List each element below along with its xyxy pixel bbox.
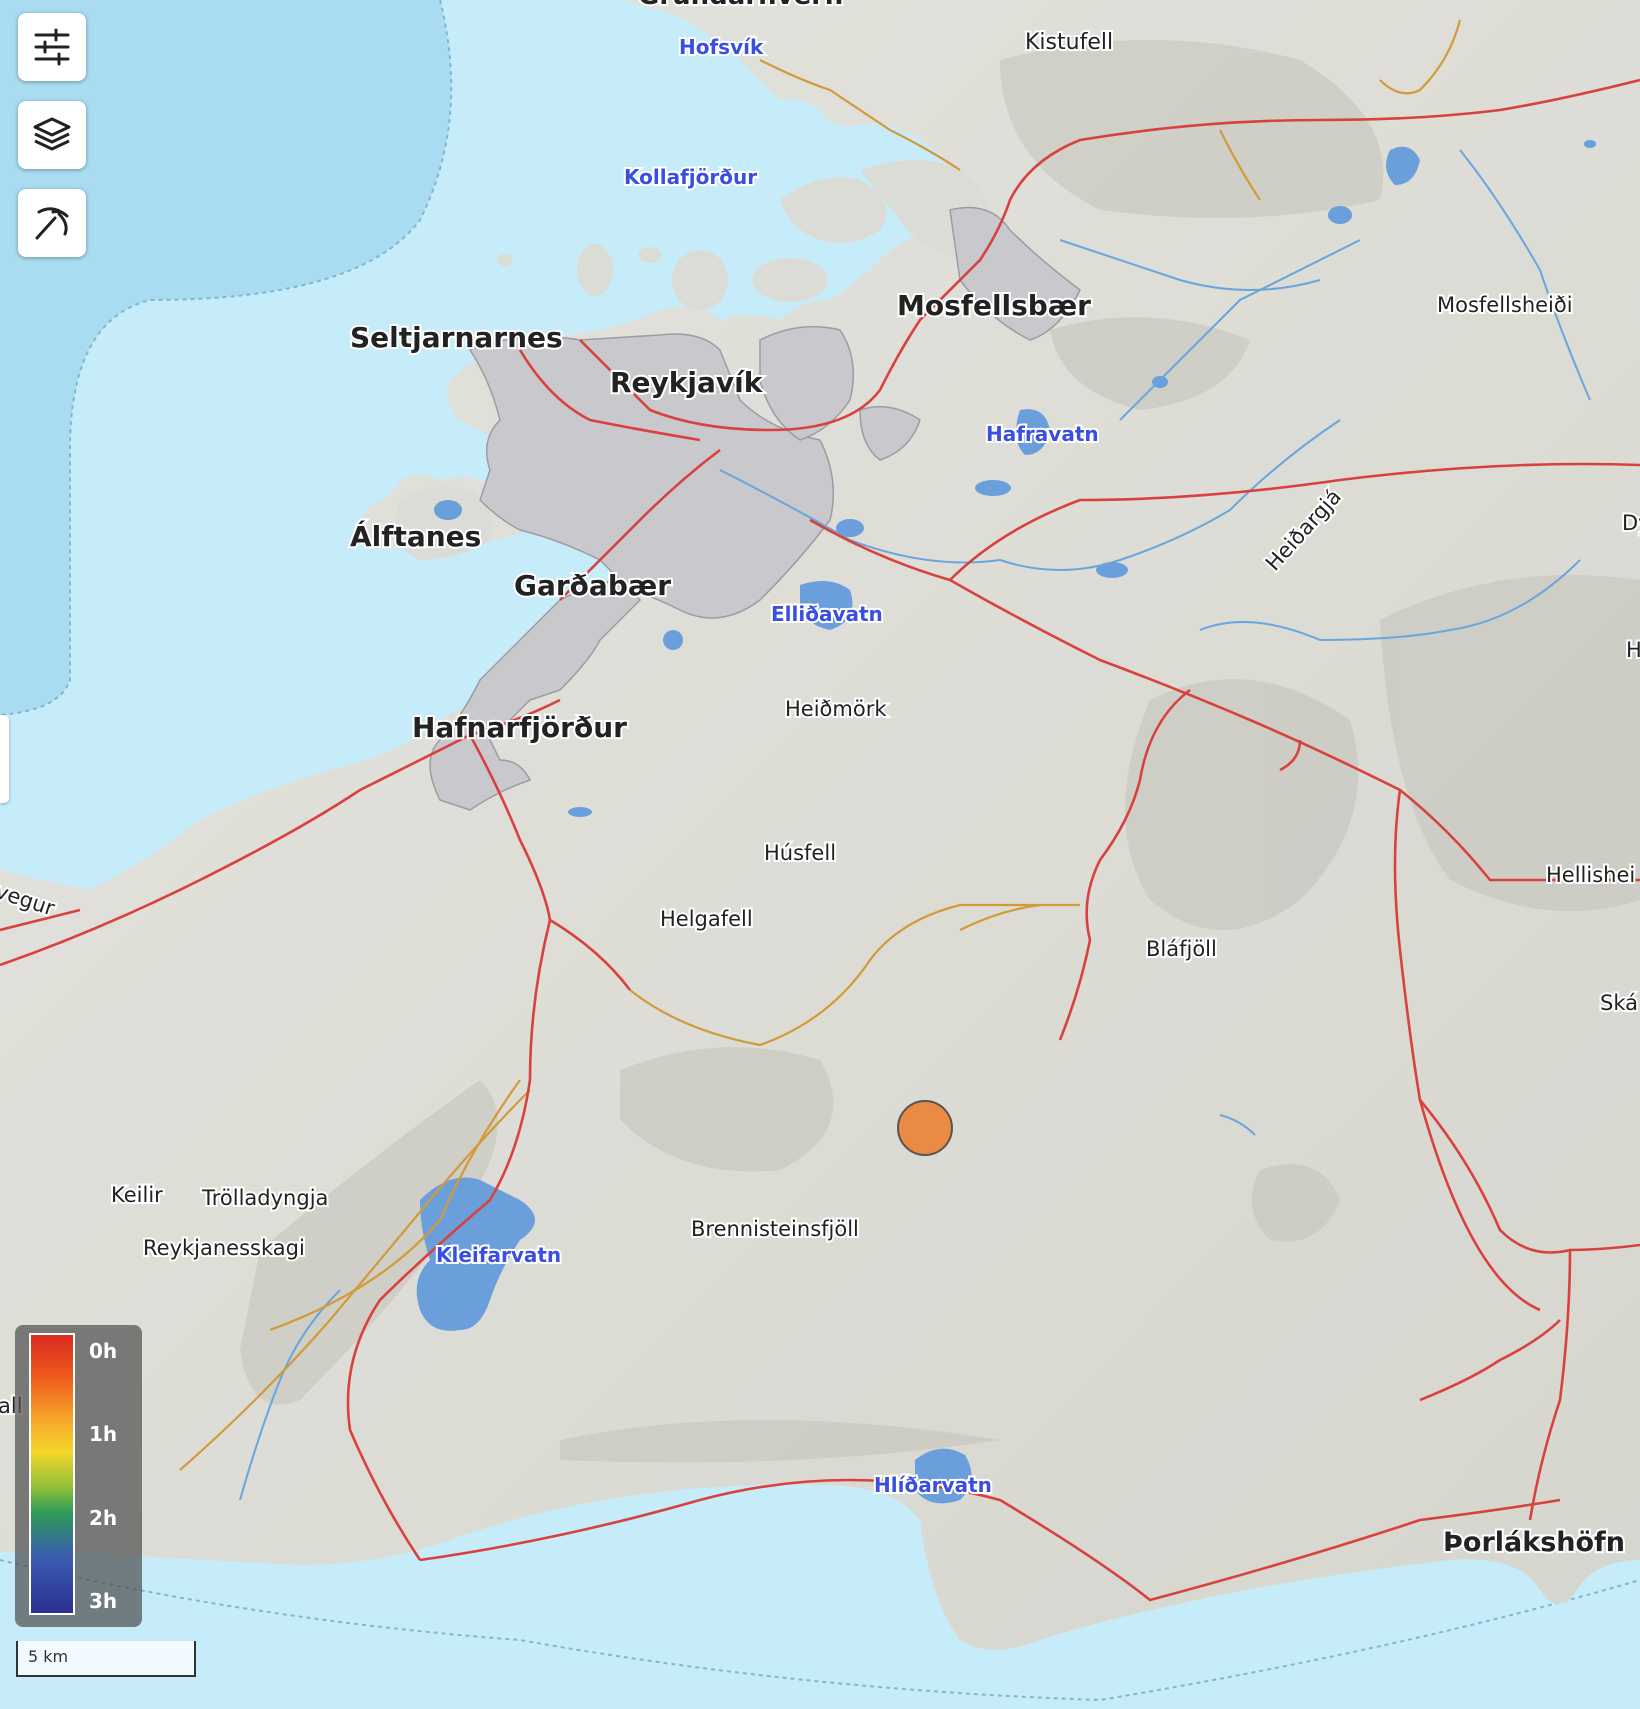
label-kollafjordur: Kollafjörður bbox=[624, 165, 757, 189]
label-ska: Ská bbox=[1600, 991, 1638, 1015]
label-h: H bbox=[1626, 638, 1640, 662]
label-hafnarfjordur: Hafnarfjörður bbox=[412, 711, 627, 744]
legend-tick: 0h bbox=[89, 1339, 118, 1363]
legend-tick: 3h bbox=[89, 1589, 118, 1613]
legend-tick: 2h bbox=[89, 1506, 118, 1530]
label-reykjavik: Reykjavík bbox=[610, 366, 764, 399]
side-panel-tab[interactable] bbox=[0, 715, 9, 803]
legend-tick: 1h bbox=[89, 1422, 118, 1446]
label-husfell: Húsfell bbox=[764, 841, 836, 865]
filters-button[interactable] bbox=[18, 13, 86, 81]
label-hellisheidi: Hellishei bbox=[1546, 863, 1635, 887]
label-hlidarvatn: Hlíðarvatn bbox=[874, 1473, 992, 1497]
label-helgafell: Helgafell bbox=[660, 907, 753, 931]
sliders-icon bbox=[34, 28, 70, 66]
label-hafravatn: Hafravatn bbox=[986, 422, 1099, 446]
label-gardabaer: Garðabær bbox=[514, 569, 671, 602]
label-ellidavatn: Elliðavatn bbox=[771, 602, 883, 626]
label-grundarhverfi: Grundarhverfi bbox=[638, 0, 843, 11]
label-brennisteinsfjoll: Brennisteinsfjöll bbox=[691, 1217, 859, 1241]
label-heidmork: Heiðmörk bbox=[785, 697, 887, 721]
legend-color-bar bbox=[29, 1333, 75, 1615]
scale-label: 5 km bbox=[28, 1647, 69, 1666]
label-dy: Dy bbox=[1622, 511, 1640, 535]
layers-icon bbox=[33, 117, 71, 151]
time-legend: 0h 1h 2h 3h bbox=[15, 1325, 142, 1627]
draw-tool-button[interactable] bbox=[18, 189, 86, 257]
label-seltjarnarnes: Seltjarnarnes bbox=[350, 321, 563, 354]
scale-bar: 5 km bbox=[16, 1641, 196, 1677]
pickaxe-icon bbox=[35, 207, 69, 240]
label-thorlakshofn: Þorlákshöfn bbox=[1443, 1527, 1625, 1558]
event-marker[interactable] bbox=[897, 1100, 953, 1156]
layers-button[interactable] bbox=[18, 101, 86, 169]
label-keilir: Keilir bbox=[111, 1183, 163, 1207]
label-mosfellsbaer: Mosfellsbær bbox=[897, 289, 1091, 322]
label-mosfellsheidi: Mosfellsheiði bbox=[1437, 293, 1573, 317]
label-alftanes: Álftanes bbox=[350, 519, 481, 553]
label-hofsvik: Hofsvík bbox=[679, 35, 764, 59]
label-kleifarvatn: Kleifarvatn bbox=[436, 1243, 561, 1267]
label-reykjanesskagi: Reykjanesskagi bbox=[143, 1236, 305, 1260]
label-kistufell: Kistufell bbox=[1025, 30, 1113, 55]
label-blafjoll: Bláfjöll bbox=[1146, 937, 1217, 961]
map-canvas[interactable]: Hofsvík Kollafjörður Hafravatn Elliðavat… bbox=[0, 0, 1640, 1709]
label-trolladyngja: Trölladyngja bbox=[201, 1186, 328, 1210]
